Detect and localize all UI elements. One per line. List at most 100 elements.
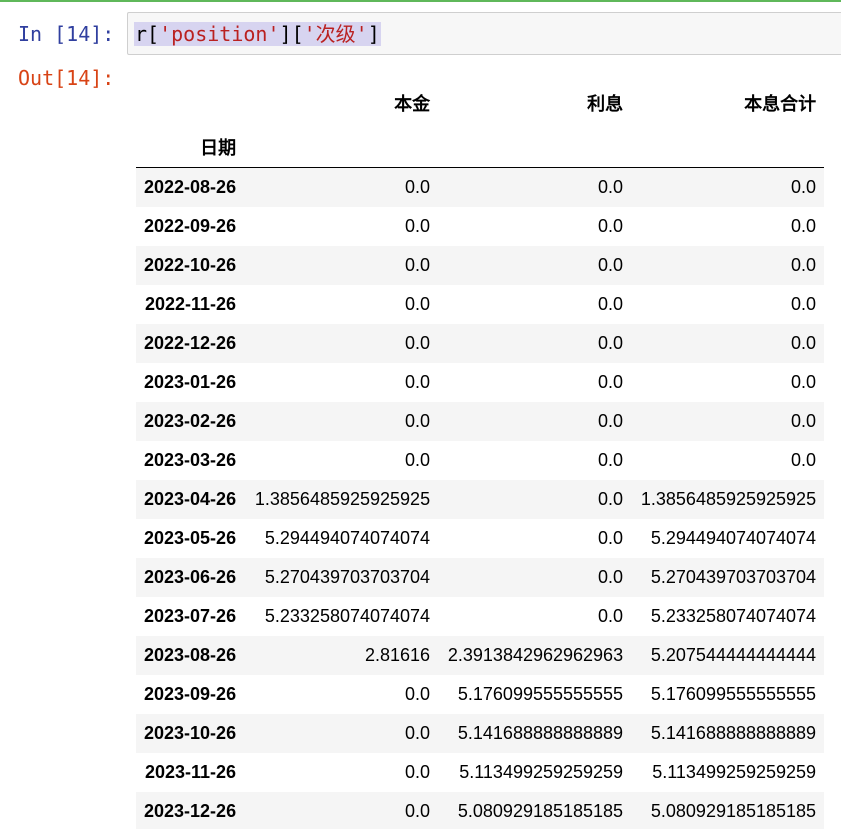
row-index-date: 2023-03-26	[144, 450, 237, 470]
cell-principal: 0.0	[405, 684, 431, 704]
code-variable: r	[135, 22, 148, 46]
cell-principal: 0.0	[405, 294, 431, 314]
row-index-date: 2023-09-26	[144, 684, 237, 704]
cell-interest: 0.0	[598, 294, 624, 314]
cell-total: 5.080929185185185	[650, 801, 817, 821]
cell-principal: 0.0	[405, 372, 431, 392]
cell-total: 5.141688888888889	[650, 723, 817, 743]
table-row: 2022-10-26 0.0 0.0 0.0	[136, 246, 825, 285]
row-index-date: 2022-09-26	[144, 216, 237, 236]
cell-principal: 1.3856485925925925	[254, 489, 431, 509]
cell-interest: 0.0	[598, 606, 624, 626]
code-bracket: ]	[367, 22, 380, 46]
code-string-key: '次级'	[303, 22, 368, 46]
row-index-date: 2023-11-26	[144, 762, 237, 782]
cell-principal: 0.0	[405, 333, 431, 353]
column-header: 本息合计	[744, 94, 817, 114]
cell-interest: 0.0	[598, 411, 624, 431]
row-index-date: 2023-02-26	[144, 411, 237, 431]
cell-total: 0.0	[791, 411, 817, 431]
table-row: 2023-03-26 0.0 0.0 0.0	[136, 441, 825, 480]
cell-principal: 0.0	[405, 411, 431, 431]
cell-total: 5.294494074074074	[650, 528, 817, 548]
table-row: 2023-04-26 1.3856485925925925 0.0 1.3856485…	[136, 480, 825, 519]
output-prompt: Out[14]:	[18, 66, 115, 90]
cell-principal: 0.0	[405, 216, 431, 236]
cell-interest: 0.0	[598, 177, 624, 197]
dataframe-output: 本金 利息 本息合计 日期 2022-08-26 0.0 0.0 0.0 2022-09…	[136, 80, 825, 829]
cell-interest: 0.0	[598, 489, 624, 509]
cell-total: 0.0	[791, 333, 817, 353]
cell-interest: 5.176099555555555	[457, 684, 624, 704]
column-header-row: 本金 利息 本息合计	[136, 80, 824, 126]
table-row: 2022-09-26 0.0 0.0 0.0	[136, 207, 825, 246]
code-input-area[interactable]: r['position']['次级']	[127, 12, 841, 55]
table-row: 2022-08-26 0.0 0.0 0.0	[136, 167, 825, 207]
column-header: 利息	[587, 94, 624, 114]
cell-total: 0.0	[791, 216, 817, 236]
index-header-blank	[136, 80, 244, 126]
cell-total: 0.0	[791, 372, 817, 392]
cell-interest: 0.0	[598, 216, 624, 236]
row-index-date: 2023-12-26	[144, 801, 237, 821]
cell-interest: 0.0	[598, 450, 624, 470]
index-name-row: 日期	[136, 126, 825, 168]
row-index-date: 2023-07-26	[144, 606, 237, 626]
code-bracket: [	[291, 22, 304, 46]
cell-total: 0.0	[791, 450, 817, 470]
row-index-date: 2022-12-26	[144, 333, 237, 353]
cell-principal: 2.81616	[365, 645, 431, 665]
cell-principal: 0.0	[405, 255, 431, 275]
code-bracket: ]	[279, 22, 292, 46]
cell-principal: 0.0	[405, 450, 431, 470]
code-line[interactable]: r['position']['次级']	[134, 22, 381, 46]
table-row: 2023-09-26 0.0 5.176099555555555 5.17609955…	[136, 675, 825, 714]
cell-total: 0.0	[791, 294, 817, 314]
cell-interest: 5.113499259259259	[459, 762, 624, 782]
cell-total: 5.270439703703704	[650, 567, 817, 587]
cell-principal: 0.0	[405, 723, 431, 743]
code-bracket: [	[147, 22, 160, 46]
cell-principal: 5.294494074074074	[264, 528, 431, 548]
row-index-date: 2022-08-26	[144, 177, 237, 197]
code-string-key: 'position'	[159, 22, 280, 46]
cell-total: 5.113499259259259	[652, 762, 817, 782]
table-row: 2023-12-26 0.0 5.080929185185185 5.08092918…	[136, 792, 825, 829]
row-index-date: 2023-10-26	[144, 723, 237, 743]
cell-interest: 0.0	[598, 255, 624, 275]
table-row: 2023-02-26 0.0 0.0 0.0	[136, 402, 825, 441]
cell-total: 0.0	[791, 177, 817, 197]
cell-principal: 0.0	[405, 762, 431, 782]
cell-total: 0.0	[791, 255, 817, 275]
table-row: 2023-05-26 5.294494074074074 0.0 5.29449407…	[136, 519, 825, 558]
cell-interest: 0.0	[598, 528, 624, 548]
cell-total: 5.207544444444444	[650, 645, 817, 665]
table-row: 2023-07-26 5.233258074074074 0.0 5.23325807…	[136, 597, 825, 636]
row-index-date: 2023-06-26	[144, 567, 237, 587]
cell-interest: 2.3913842962962963	[447, 645, 624, 665]
cell-interest: 5.141688888888889	[457, 723, 624, 743]
row-index-date: 2022-11-26	[144, 294, 237, 314]
index-name: 日期	[136, 126, 245, 168]
column-header: 本金	[394, 94, 431, 114]
cell-principal: 0.0	[405, 177, 431, 197]
row-index-date: 2022-10-26	[144, 255, 237, 275]
table-row: 2023-06-26 5.270439703703704 0.0 5.27043970…	[136, 558, 825, 597]
table-row: 2023-10-26 0.0 5.141688888888889 5.14168888…	[136, 714, 825, 753]
table-row: 2023-11-26 0.0 5.113499259259259 5.11349925…	[136, 753, 825, 792]
row-index-date: 2023-08-26	[144, 645, 237, 665]
table-row: 2023-08-26 2.81616 2.3913842962962963 5.207…	[136, 636, 825, 675]
cell-total: 1.3856485925925925	[640, 489, 817, 509]
cell-principal: 0.0	[405, 801, 431, 821]
row-index-date: 2023-05-26	[144, 528, 237, 548]
cell-interest: 0.0	[598, 372, 624, 392]
cell-total: 5.176099555555555	[650, 684, 817, 704]
table-row: 2022-12-26 0.0 0.0 0.0	[136, 324, 825, 363]
cell-interest: 0.0	[598, 333, 624, 353]
table-row: 2023-01-26 0.0 0.0 0.0	[136, 363, 825, 402]
row-index-date: 2023-04-26	[144, 489, 237, 509]
input-prompt: In [14]:	[18, 22, 115, 46]
cell-interest: 5.080929185185185	[457, 801, 624, 821]
cell-principal: 5.270439703703704	[264, 567, 431, 587]
cell-interest: 0.0	[598, 567, 624, 587]
